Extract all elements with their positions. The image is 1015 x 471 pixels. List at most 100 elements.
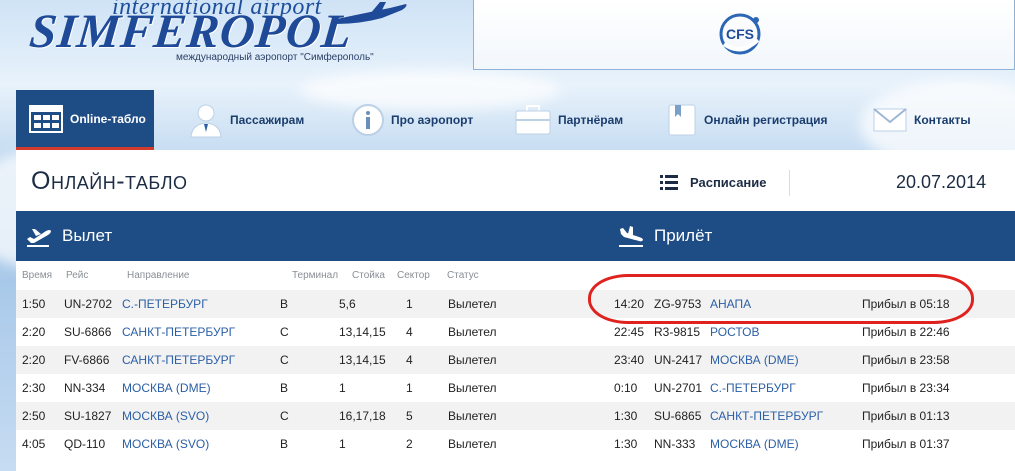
dep-terminal: C: [280, 353, 289, 367]
nav-item-contacts[interactable]: Контакты: [872, 90, 971, 150]
arr-origin-link[interactable]: САНКТ-ПЕТЕРБУРГ: [710, 409, 823, 423]
board-title-bar: Вылет Прилёт: [16, 211, 1015, 261]
book-icon: [668, 104, 696, 136]
airport-logo[interactable]: international airport SIMFEROPOL междуна…: [0, 0, 470, 72]
dep-desk: 16,17,18: [339, 409, 386, 423]
table-row: 4:05 QD-110 МОСКВА (SVO) B 1 2 Вылетел 1…: [16, 430, 1015, 458]
info-icon: [352, 104, 384, 136]
cfs-logo-icon: CFS: [719, 13, 761, 55]
passenger-icon: [190, 104, 222, 138]
dep-terminal: B: [280, 381, 289, 395]
dep-terminal: B: [280, 437, 289, 451]
arr-time: 23:40: [614, 353, 645, 367]
dep-terminal: B: [280, 297, 289, 311]
col-header-time: Время: [22, 270, 53, 281]
dep-status: Вылетел: [448, 325, 497, 339]
arr-origin-link[interactable]: РОСТОВ: [710, 325, 759, 339]
col-header-destination: Направление: [127, 270, 190, 281]
dep-destination-link[interactable]: МОСКВА (SVO): [122, 437, 209, 451]
nav-item-about[interactable]: Про аэропорт: [351, 90, 473, 150]
takeoff-plane-icon: [27, 229, 51, 247]
nav-label: Контакты: [914, 113, 971, 127]
dep-time: 2:50: [22, 409, 46, 423]
nav-item-passengers[interactable]: Пассажирам: [188, 90, 304, 150]
arr-status: Прибыл в 22:46: [862, 325, 950, 339]
col-header-status: Статус: [447, 270, 479, 281]
page-title: Онлайн-табло: [31, 167, 188, 195]
dep-terminal: C: [280, 325, 289, 339]
highlight-annotation: [588, 274, 974, 324]
arr-flight: NN-333: [654, 437, 696, 451]
dep-flight: QD-110: [64, 437, 106, 451]
dep-time: 1:50: [22, 297, 46, 311]
arr-flight: SU-6865: [654, 409, 702, 423]
nav-item-online-checkin[interactable]: Онлайн регистрация: [666, 90, 828, 150]
dep-desk: 13,14,15: [339, 325, 386, 339]
arr-origin-link[interactable]: С.-ПЕТЕРБУРГ: [710, 381, 796, 395]
arr-time: 1:30: [614, 409, 638, 423]
dep-status: Вылетел: [448, 437, 497, 451]
table-row: 2:20 FV-6866 САНКТ-ПЕТЕРБУРГ C 13,14,15 …: [16, 346, 1015, 374]
main-nav: Online-табло Пассажирам Про аэропорт Пар…: [16, 90, 1015, 150]
plane-logo-icon: [332, 2, 407, 24]
landing-plane-icon: [619, 226, 643, 247]
nav-label: Про аэропорт: [391, 113, 474, 127]
arr-flight: UN-2701: [654, 381, 703, 395]
nav-label: Online-табло: [70, 111, 146, 126]
arr-flight: UN-2417: [654, 353, 703, 367]
dep-time: 2:20: [22, 325, 46, 339]
dep-terminal: C: [280, 409, 289, 423]
dep-destination-link[interactable]: МОСКВА (SVO): [122, 409, 209, 423]
dep-destination-link[interactable]: САНКТ-ПЕТЕРБУРГ: [122, 325, 235, 339]
dep-destination-link[interactable]: С.-ПЕТЕРБУРГ: [122, 297, 208, 311]
schedule-label: Расписание: [690, 174, 767, 190]
dep-sector: 5: [406, 409, 413, 423]
nav-item-online-board[interactable]: Online-табло: [16, 90, 154, 150]
cfs-logo-text: CFS: [726, 26, 754, 42]
dep-sector: 1: [406, 297, 413, 311]
dep-sector: 4: [406, 325, 413, 339]
arr-status: Прибыл в 23:34: [862, 381, 950, 395]
dep-destination-link[interactable]: САНКТ-ПЕТЕРБУРГ: [122, 353, 235, 367]
nav-label: Онлайн регистрация: [704, 113, 828, 127]
arr-status: Прибыл в 01:37: [862, 437, 950, 451]
dep-time: 2:30: [22, 381, 46, 395]
dep-destination-link[interactable]: МОСКВА (DME): [122, 381, 211, 395]
table-row: 2:50 SU-1827 МОСКВА (SVO) C 16,17,18 5 В…: [16, 402, 1015, 430]
dep-flight: UN-2702: [64, 297, 113, 311]
arrivals-label: Прилёт: [654, 226, 713, 245]
arr-time: 22:45: [614, 325, 645, 339]
nav-label: Партнёрам: [558, 113, 624, 127]
dep-status: Вылетел: [448, 409, 497, 423]
dep-time: 2:20: [22, 353, 46, 367]
logo-wordmark: SIMFEROPOL: [27, 5, 355, 58]
dep-sector: 4: [406, 353, 413, 367]
arr-flight: R3-9815: [654, 325, 701, 339]
departures-label: Вылет: [62, 226, 113, 245]
board-icon: [29, 104, 63, 133]
nav-label: Пассажирам: [230, 113, 305, 127]
mail-icon: [873, 108, 907, 132]
col-header-desk: Стойка: [352, 270, 385, 281]
dep-desk: 13,14,15: [339, 353, 386, 367]
list-icon: [660, 175, 678, 190]
logo-subtitle: международный аэропорт "Симферополь": [176, 52, 374, 63]
board-header: Онлайн-табло Расписание 20.07.2014: [16, 150, 1015, 211]
arr-origin-link[interactable]: МОСКВА (DME): [710, 353, 799, 367]
header-divider: [789, 170, 790, 196]
dep-flight: SU-6866: [64, 325, 112, 339]
arrivals-title: Прилёт: [618, 211, 712, 261]
dep-desk: 1: [339, 437, 346, 451]
arr-status: Прибыл в 23:58: [862, 353, 950, 367]
board-date: 20.07.2014: [896, 172, 987, 192]
arr-time: 0:10: [614, 381, 638, 395]
schedule-link[interactable]: Расписание: [660, 174, 767, 190]
arr-time: 1:30: [614, 437, 638, 451]
dep-desk: 5,6: [339, 297, 356, 311]
dep-flight: FV-6866: [64, 353, 110, 367]
arr-origin-link[interactable]: МОСКВА (DME): [710, 437, 799, 451]
nav-item-partners[interactable]: Партнёрам: [514, 90, 623, 150]
dep-status: Вылетел: [448, 381, 497, 395]
col-header-terminal: Терминал: [292, 270, 339, 281]
briefcase-icon: [515, 105, 551, 135]
